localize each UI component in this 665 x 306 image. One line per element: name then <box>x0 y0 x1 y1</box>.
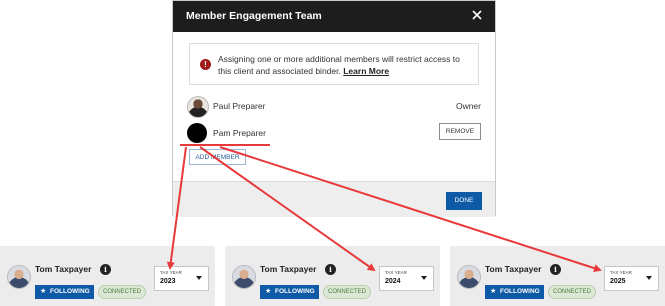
avatar <box>232 265 256 289</box>
following-button[interactable]: ★ FOLLOWING <box>35 285 94 299</box>
modal-title: Member Engagement Team <box>186 10 322 22</box>
member-name: Pam Preparer <box>213 128 266 138</box>
add-member-button[interactable]: ADD MEMBER <box>189 149 246 165</box>
following-label: FOLLOWING <box>500 288 540 295</box>
star-icon: ★ <box>265 288 272 295</box>
member-engagement-modal: Member Engagement Team ! Assigning one o… <box>172 0 496 217</box>
connected-badge: CONNECTED <box>548 285 596 299</box>
member-row: Paul Preparer Owner <box>187 96 483 118</box>
info-icon[interactable]: i <box>550 264 561 275</box>
following-label: FOLLOWING <box>275 288 315 295</box>
tax-year-label: TAX YEAR <box>610 270 632 275</box>
client-name: Tom Taxpayer <box>260 264 317 274</box>
tax-year-select[interactable]: TAX YEAR 2023 <box>154 266 209 291</box>
member-row: Pam Preparer REMOVE <box>187 123 483 145</box>
alert-box: ! Assigning one or more additional membe… <box>189 43 479 85</box>
alert-message: Assigning one or more additional members… <box>218 53 473 77</box>
info-icon[interactable]: i <box>100 264 111 275</box>
avatar <box>187 96 209 118</box>
star-icon: ★ <box>40 288 47 295</box>
avatar <box>7 265 31 289</box>
modal-header: Member Engagement Team <box>173 1 495 32</box>
alert-text: Assigning one or more additional members… <box>218 54 460 76</box>
tax-year-value: 2025 <box>610 278 626 285</box>
member-role: Owner <box>455 101 481 111</box>
alert-icon: ! <box>200 59 211 70</box>
close-icon[interactable] <box>471 9 483 21</box>
tax-year-select[interactable]: TAX YEAR 2025 <box>604 266 659 291</box>
client-name: Tom Taxpayer <box>485 264 542 274</box>
following-label: FOLLOWING <box>50 288 90 295</box>
tax-year-label: TAX YEAR <box>385 270 407 275</box>
client-card: Tom Taxpayer i ★ FOLLOWING CONNECTED TAX… <box>0 246 215 306</box>
modal-footer: DONE <box>173 181 495 217</box>
following-button[interactable]: ★ FOLLOWING <box>260 285 319 299</box>
following-button[interactable]: ★ FOLLOWING <box>485 285 544 299</box>
connected-badge: CONNECTED <box>98 285 146 299</box>
learn-more-link[interactable]: Learn More <box>343 66 389 76</box>
done-button[interactable]: DONE <box>446 192 482 210</box>
avatar <box>457 265 481 289</box>
chevron-down-icon <box>421 276 427 280</box>
connected-badge: CONNECTED <box>323 285 371 299</box>
member-name: Paul Preparer <box>213 101 266 111</box>
remove-button[interactable]: REMOVE <box>439 123 481 140</box>
chevron-down-icon <box>196 276 202 280</box>
tax-year-value: 2023 <box>160 278 176 285</box>
client-card: Tom Taxpayer i ★ FOLLOWING CONNECTED TAX… <box>225 246 440 306</box>
client-name: Tom Taxpayer <box>35 264 92 274</box>
star-icon: ★ <box>490 288 497 295</box>
info-icon[interactable]: i <box>325 264 336 275</box>
tax-year-select[interactable]: TAX YEAR 2024 <box>379 266 434 291</box>
tax-year-label: TAX YEAR <box>160 270 182 275</box>
avatar <box>187 123 207 143</box>
tax-year-value: 2024 <box>385 278 401 285</box>
chevron-down-icon <box>646 276 652 280</box>
client-card: Tom Taxpayer i ★ FOLLOWING CONNECTED TAX… <box>450 246 665 306</box>
